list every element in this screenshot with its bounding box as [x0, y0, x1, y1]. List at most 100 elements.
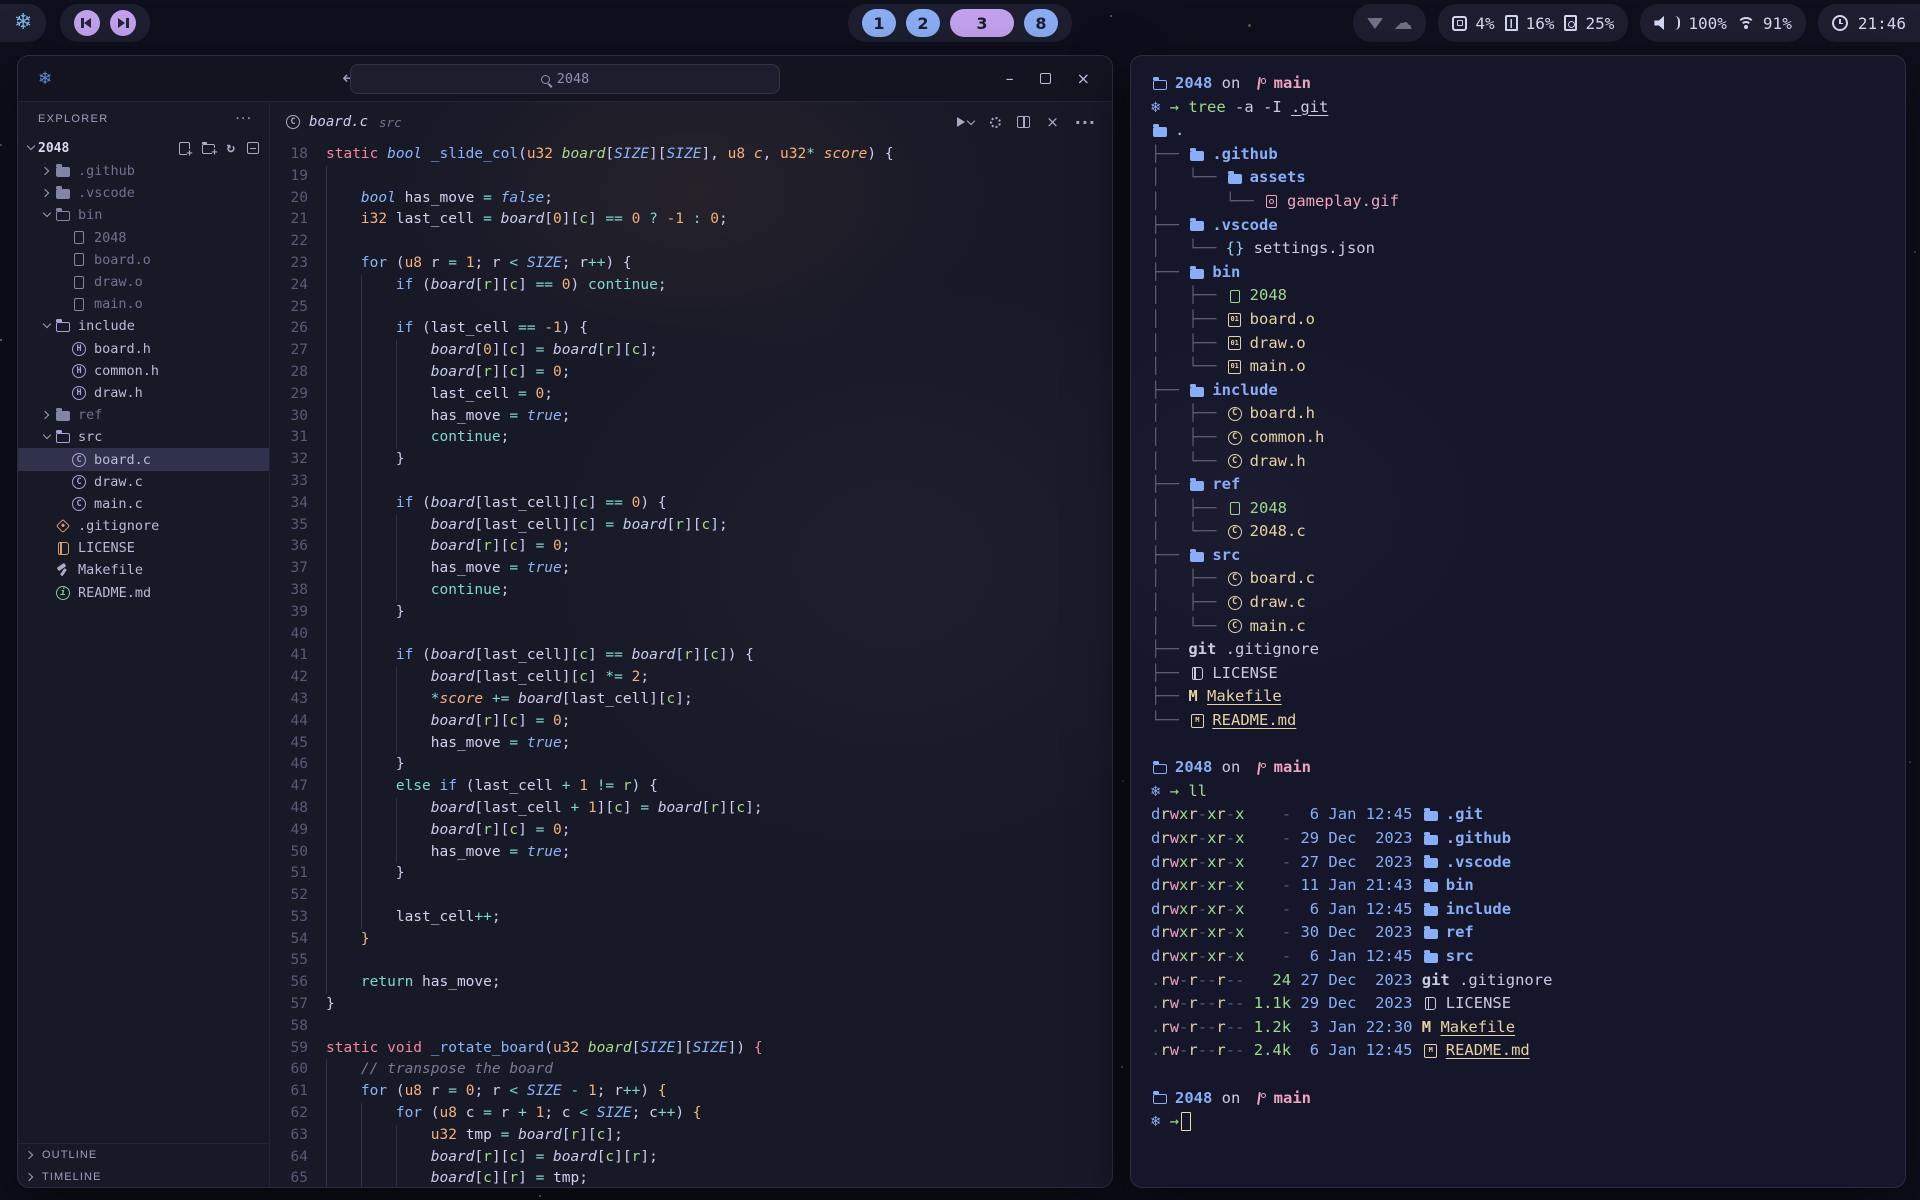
code-line-26[interactable]: 26 if (last_cell == -1) { — [270, 318, 1112, 340]
close-button[interactable]: × — [1077, 69, 1090, 88]
tree-item-board-h[interactable]: Hboard.h — [18, 338, 269, 360]
code-line-46[interactable]: 46 } — [270, 754, 1112, 776]
split-editor-icon[interactable] — [1017, 116, 1030, 128]
code-line-39[interactable]: 39 } — [270, 602, 1112, 624]
terminal-window[interactable]: 2048 on main❄ → tree -a -I .git.├── .git… — [1130, 55, 1906, 1188]
chevron-right-icon[interactable] — [42, 166, 52, 176]
tab-board-c[interactable]: C board.c src — [284, 114, 402, 130]
tree-item--github[interactable]: .github — [18, 160, 269, 182]
tree-item-common-h[interactable]: Hcommon.h — [18, 360, 269, 382]
settings-gear-icon[interactable] — [990, 117, 1001, 128]
tree-item-board-o[interactable]: board.o — [18, 249, 269, 271]
code-line-60[interactable]: 60 // transpose the board — [270, 1059, 1112, 1081]
command-center-search[interactable]: 2048 — [350, 64, 780, 94]
code-line-61[interactable]: 61 for (u8 r = 0; r < SIZE - 1; r++) { — [270, 1081, 1112, 1103]
nix-logo-icon[interactable]: ❄ — [14, 12, 32, 34]
code-line-45[interactable]: 45 has_move = true; — [270, 733, 1112, 755]
tree-item-2048[interactable]: 2048 — [18, 227, 269, 249]
code-line-53[interactable]: 53 last_cell++; — [270, 907, 1112, 929]
tree-root-2048[interactable]: 2048 ↻ — [18, 136, 269, 160]
code-line-33[interactable]: 33 — [270, 471, 1112, 493]
code-line-25[interactable]: 25 — [270, 297, 1112, 319]
tree-item-draw-h[interactable]: Hdraw.h — [18, 382, 269, 404]
refresh-icon[interactable]: ↻ — [227, 141, 235, 155]
media-previous-button[interactable] — [74, 10, 100, 36]
tree-item-main-o[interactable]: main.o — [18, 293, 269, 315]
tree-item-Makefile[interactable]: Makefile — [18, 559, 269, 581]
code-line-23[interactable]: 23 for (u8 r = 1; r < SIZE; r++) { — [270, 253, 1112, 275]
code-line-55[interactable]: 55 — [270, 950, 1112, 972]
code-line-40[interactable]: 40 — [270, 624, 1112, 646]
code-line-63[interactable]: 63 u32 tmp = board[r][c]; — [270, 1125, 1112, 1147]
maximize-button[interactable] — [1040, 73, 1051, 84]
collapse-all-icon[interactable] — [247, 142, 259, 154]
tree-item--gitignore[interactable]: .gitignore — [18, 515, 269, 537]
vscode-titlebar[interactable]: ❄ ← → 2048 – × — [18, 56, 1112, 102]
tree-item-src[interactable]: src — [18, 426, 269, 448]
tree-item--vscode[interactable]: .vscode — [18, 182, 269, 204]
code-line-38[interactable]: 38 continue; — [270, 580, 1112, 602]
tree-item-include[interactable]: include — [18, 315, 269, 337]
explorer-menu-button[interactable]: ··· — [236, 113, 253, 125]
media-next-button[interactable] — [110, 10, 136, 36]
close-editor-icon[interactable]: × — [1046, 113, 1059, 131]
chevron-down-icon[interactable] — [42, 210, 52, 220]
code-line-52[interactable]: 52 — [270, 885, 1112, 907]
code-line-65[interactable]: 65 board[c][r] = tmp; — [270, 1168, 1112, 1188]
more-actions-icon[interactable]: ··· — [1075, 113, 1096, 132]
code-line-18[interactable]: 18static bool _slide_col(u32 board[SIZE]… — [270, 144, 1112, 166]
code-line-37[interactable]: 37 has_move = true; — [270, 558, 1112, 580]
code-line-48[interactable]: 48 board[last_cell + 1][c] = board[r][c]… — [270, 798, 1112, 820]
tree-item-draw-c[interactable]: Cdraw.c — [18, 471, 269, 493]
code-line-32[interactable]: 32 } — [270, 449, 1112, 471]
chevron-right-icon[interactable] — [42, 188, 52, 198]
code-line-22[interactable]: 22 — [270, 231, 1112, 253]
code-line-54[interactable]: 54 } — [270, 929, 1112, 951]
code-area[interactable]: 18static bool _slide_col(u32 board[SIZE]… — [270, 142, 1112, 1188]
tree-item-board-c[interactable]: Cboard.c — [18, 448, 269, 470]
code-line-50[interactable]: 50 has_move = true; — [270, 842, 1112, 864]
workspace-1[interactable]: 1 — [862, 9, 896, 37]
workspace-3-active[interactable]: 3 — [950, 9, 1014, 37]
panel-outline[interactable]: OUTLINE — [18, 1144, 269, 1166]
chevron-down-icon[interactable] — [42, 432, 52, 442]
workspace-8[interactable]: 8 — [1024, 9, 1058, 37]
minimize-button[interactable]: – — [1006, 69, 1014, 88]
code-line-27[interactable]: 27 board[0][c] = board[r][c]; — [270, 340, 1112, 362]
code-line-59[interactable]: 59static void _rotate_board(u32 board[SI… — [270, 1038, 1112, 1060]
chevron-down-icon[interactable] — [42, 321, 52, 331]
code-line-20[interactable]: 20 bool has_move = false; — [270, 188, 1112, 210]
code-line-57[interactable]: 57} — [270, 994, 1112, 1016]
code-line-64[interactable]: 64 board[r][c] = board[c][r]; — [270, 1147, 1112, 1169]
tree-item-ref[interactable]: ref — [18, 404, 269, 426]
code-line-19[interactable]: 19 — [270, 166, 1112, 188]
code-line-51[interactable]: 51 } — [270, 863, 1112, 885]
code-line-30[interactable]: 30 has_move = true; — [270, 406, 1112, 428]
tree-item-README-md[interactable]: iREADME.md — [18, 582, 269, 604]
code-line-43[interactable]: 43 *score += board[last_cell][c]; — [270, 689, 1112, 711]
code-line-36[interactable]: 36 board[r][c] = 0; — [270, 536, 1112, 558]
code-line-29[interactable]: 29 last_cell = 0; — [270, 384, 1112, 406]
code-line-41[interactable]: 41 if (board[last_cell][c] == board[r][c… — [270, 645, 1112, 667]
tree-item-main-c[interactable]: Cmain.c — [18, 493, 269, 515]
tree-item-bin[interactable]: bin — [18, 204, 269, 226]
run-debug-button[interactable] — [957, 117, 974, 127]
code-line-58[interactable]: 58 — [270, 1016, 1112, 1038]
code-line-56[interactable]: 56 return has_move; — [270, 972, 1112, 994]
workspace-2[interactable]: 2 — [906, 9, 940, 37]
code-line-62[interactable]: 62 for (u8 c = r + 1; c < SIZE; c++) { — [270, 1103, 1112, 1125]
tree-item-draw-o[interactable]: draw.o — [18, 271, 269, 293]
new-folder-icon[interactable] — [202, 144, 215, 154]
code-line-21[interactable]: 21 i32 last_cell = board[0][c] == 0 ? -1… — [270, 209, 1112, 231]
code-line-35[interactable]: 35 board[last_cell][c] = board[r][c]; — [270, 515, 1112, 537]
code-line-49[interactable]: 49 board[r][c] = 0; — [270, 820, 1112, 842]
new-file-icon[interactable] — [179, 142, 190, 155]
code-line-44[interactable]: 44 board[r][c] = 0; — [270, 711, 1112, 733]
panel-timeline[interactable]: TIMELINE — [18, 1166, 269, 1188]
code-line-34[interactable]: 34 if (board[last_cell][c] == 0) { — [270, 493, 1112, 515]
tree-item-LICENSE[interactable]: LICENSE — [18, 537, 269, 559]
chevron-right-icon[interactable] — [42, 410, 52, 420]
code-line-31[interactable]: 31 continue; — [270, 427, 1112, 449]
code-line-42[interactable]: 42 board[last_cell][c] *= 2; — [270, 667, 1112, 689]
code-line-47[interactable]: 47 else if (last_cell + 1 != r) { — [270, 776, 1112, 798]
